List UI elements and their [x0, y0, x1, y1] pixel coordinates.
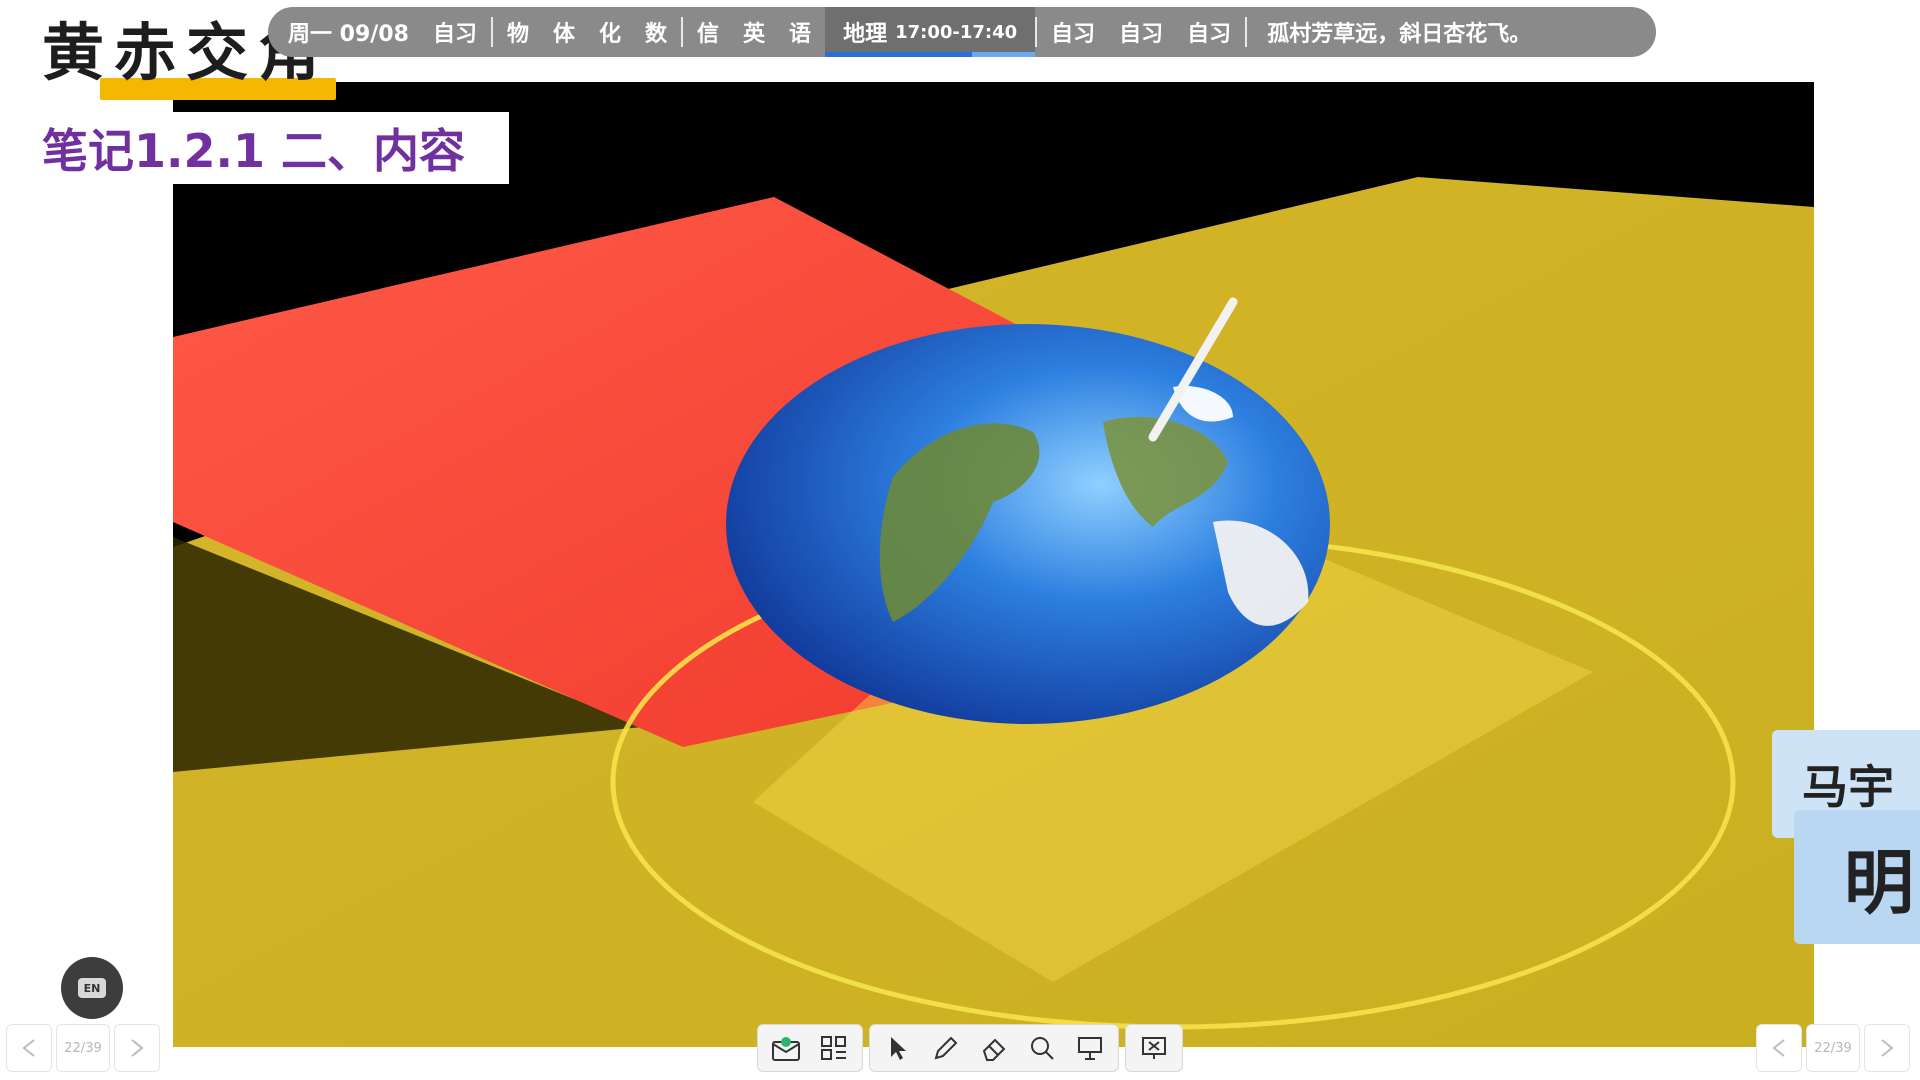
schedule-item: 数 [645, 22, 668, 47]
apps-grid-icon [821, 1036, 846, 1060]
schedule-day-segment: 周一 09/08 自习 [268, 7, 491, 57]
schedule-poem: 孤村芳草远，斜日杏花飞。 [1267, 22, 1532, 47]
schedule-progress-fill [825, 52, 973, 57]
page-indicator[interactable]: 22/39 [56, 1024, 110, 1072]
toolbar-group [1125, 1024, 1183, 1072]
whiteboard-icon [772, 1037, 800, 1061]
toolbar-group [869, 1024, 1119, 1072]
schedule-current-subject: 地理 [843, 22, 888, 47]
student-name-card-highlight[interactable]: 明 [1794, 810, 1920, 944]
page-nav-left: 22/39 [6, 1024, 160, 1072]
chevron-left-icon [22, 1039, 35, 1057]
schedule-item: 自习 [1051, 22, 1096, 47]
schedule-item: 体 [552, 22, 575, 47]
schedule-day-date: 周一 09/08 [288, 22, 409, 47]
schedule-group: 信 英 语 [683, 7, 825, 57]
schedule-group: 自习 自习 自习 [1037, 7, 1245, 57]
eraser-button[interactable] [970, 1026, 1018, 1070]
pointer-icon [891, 1037, 906, 1060]
schedule-item: 英 [743, 22, 766, 47]
zoom-icon [1031, 1037, 1054, 1060]
exit-icon [1142, 1037, 1166, 1059]
schedule-group: 物 体 化 数 [493, 7, 681, 57]
toolbar-group [757, 1024, 863, 1072]
schedule-item: 自习 [1119, 22, 1164, 47]
schedule-item: 自习 [1187, 22, 1232, 47]
section-label: 笔记1.2.1 二、内容 [30, 112, 509, 184]
schedule-item: 自习 [432, 22, 477, 47]
globe-planes-illustration [173, 82, 1814, 1047]
video-player[interactable] [173, 82, 1814, 1047]
presentation-toolbar [757, 1024, 1183, 1074]
schedule-item: 化 [598, 22, 621, 47]
schedule-item: 信 [697, 22, 720, 47]
chevron-left-icon [1772, 1039, 1785, 1057]
chevron-right-icon [1881, 1039, 1894, 1057]
language-toggle-button[interactable]: EN [61, 957, 123, 1019]
schedule-item: 物 [506, 22, 529, 47]
language-label: EN [78, 978, 106, 998]
schedule-current-time: 17:00-17:40 [895, 21, 1018, 43]
schedule-item: 语 [789, 22, 812, 47]
zoom-button[interactable] [1018, 1026, 1066, 1070]
schedule-progress-rest [972, 52, 1036, 57]
present-button[interactable] [1066, 1026, 1114, 1070]
page-nav-right: 22/39 [1756, 1024, 1910, 1072]
eraser-icon [982, 1038, 1006, 1061]
exit-button[interactable] [1130, 1026, 1178, 1070]
next-page-button[interactable] [114, 1024, 160, 1072]
pen-icon [934, 1036, 958, 1060]
next-page-button[interactable] [1864, 1024, 1910, 1072]
prev-page-button[interactable] [6, 1024, 52, 1072]
chevron-right-icon [131, 1039, 144, 1057]
apps-grid-button[interactable] [810, 1026, 858, 1070]
page-indicator[interactable]: 22/39 [1806, 1024, 1860, 1072]
present-icon [1078, 1037, 1102, 1060]
whiteboard-button[interactable] [762, 1026, 810, 1070]
pointer-button[interactable] [874, 1026, 922, 1070]
pen-button[interactable] [922, 1026, 970, 1070]
schedule-bar: 周一 09/08 自习 物 体 化 数 信 英 语 地理 17:00-17:40… [268, 7, 1656, 57]
schedule-current-period: 地理 17:00-17:40 [825, 7, 1036, 57]
prev-page-button[interactable] [1756, 1024, 1802, 1072]
